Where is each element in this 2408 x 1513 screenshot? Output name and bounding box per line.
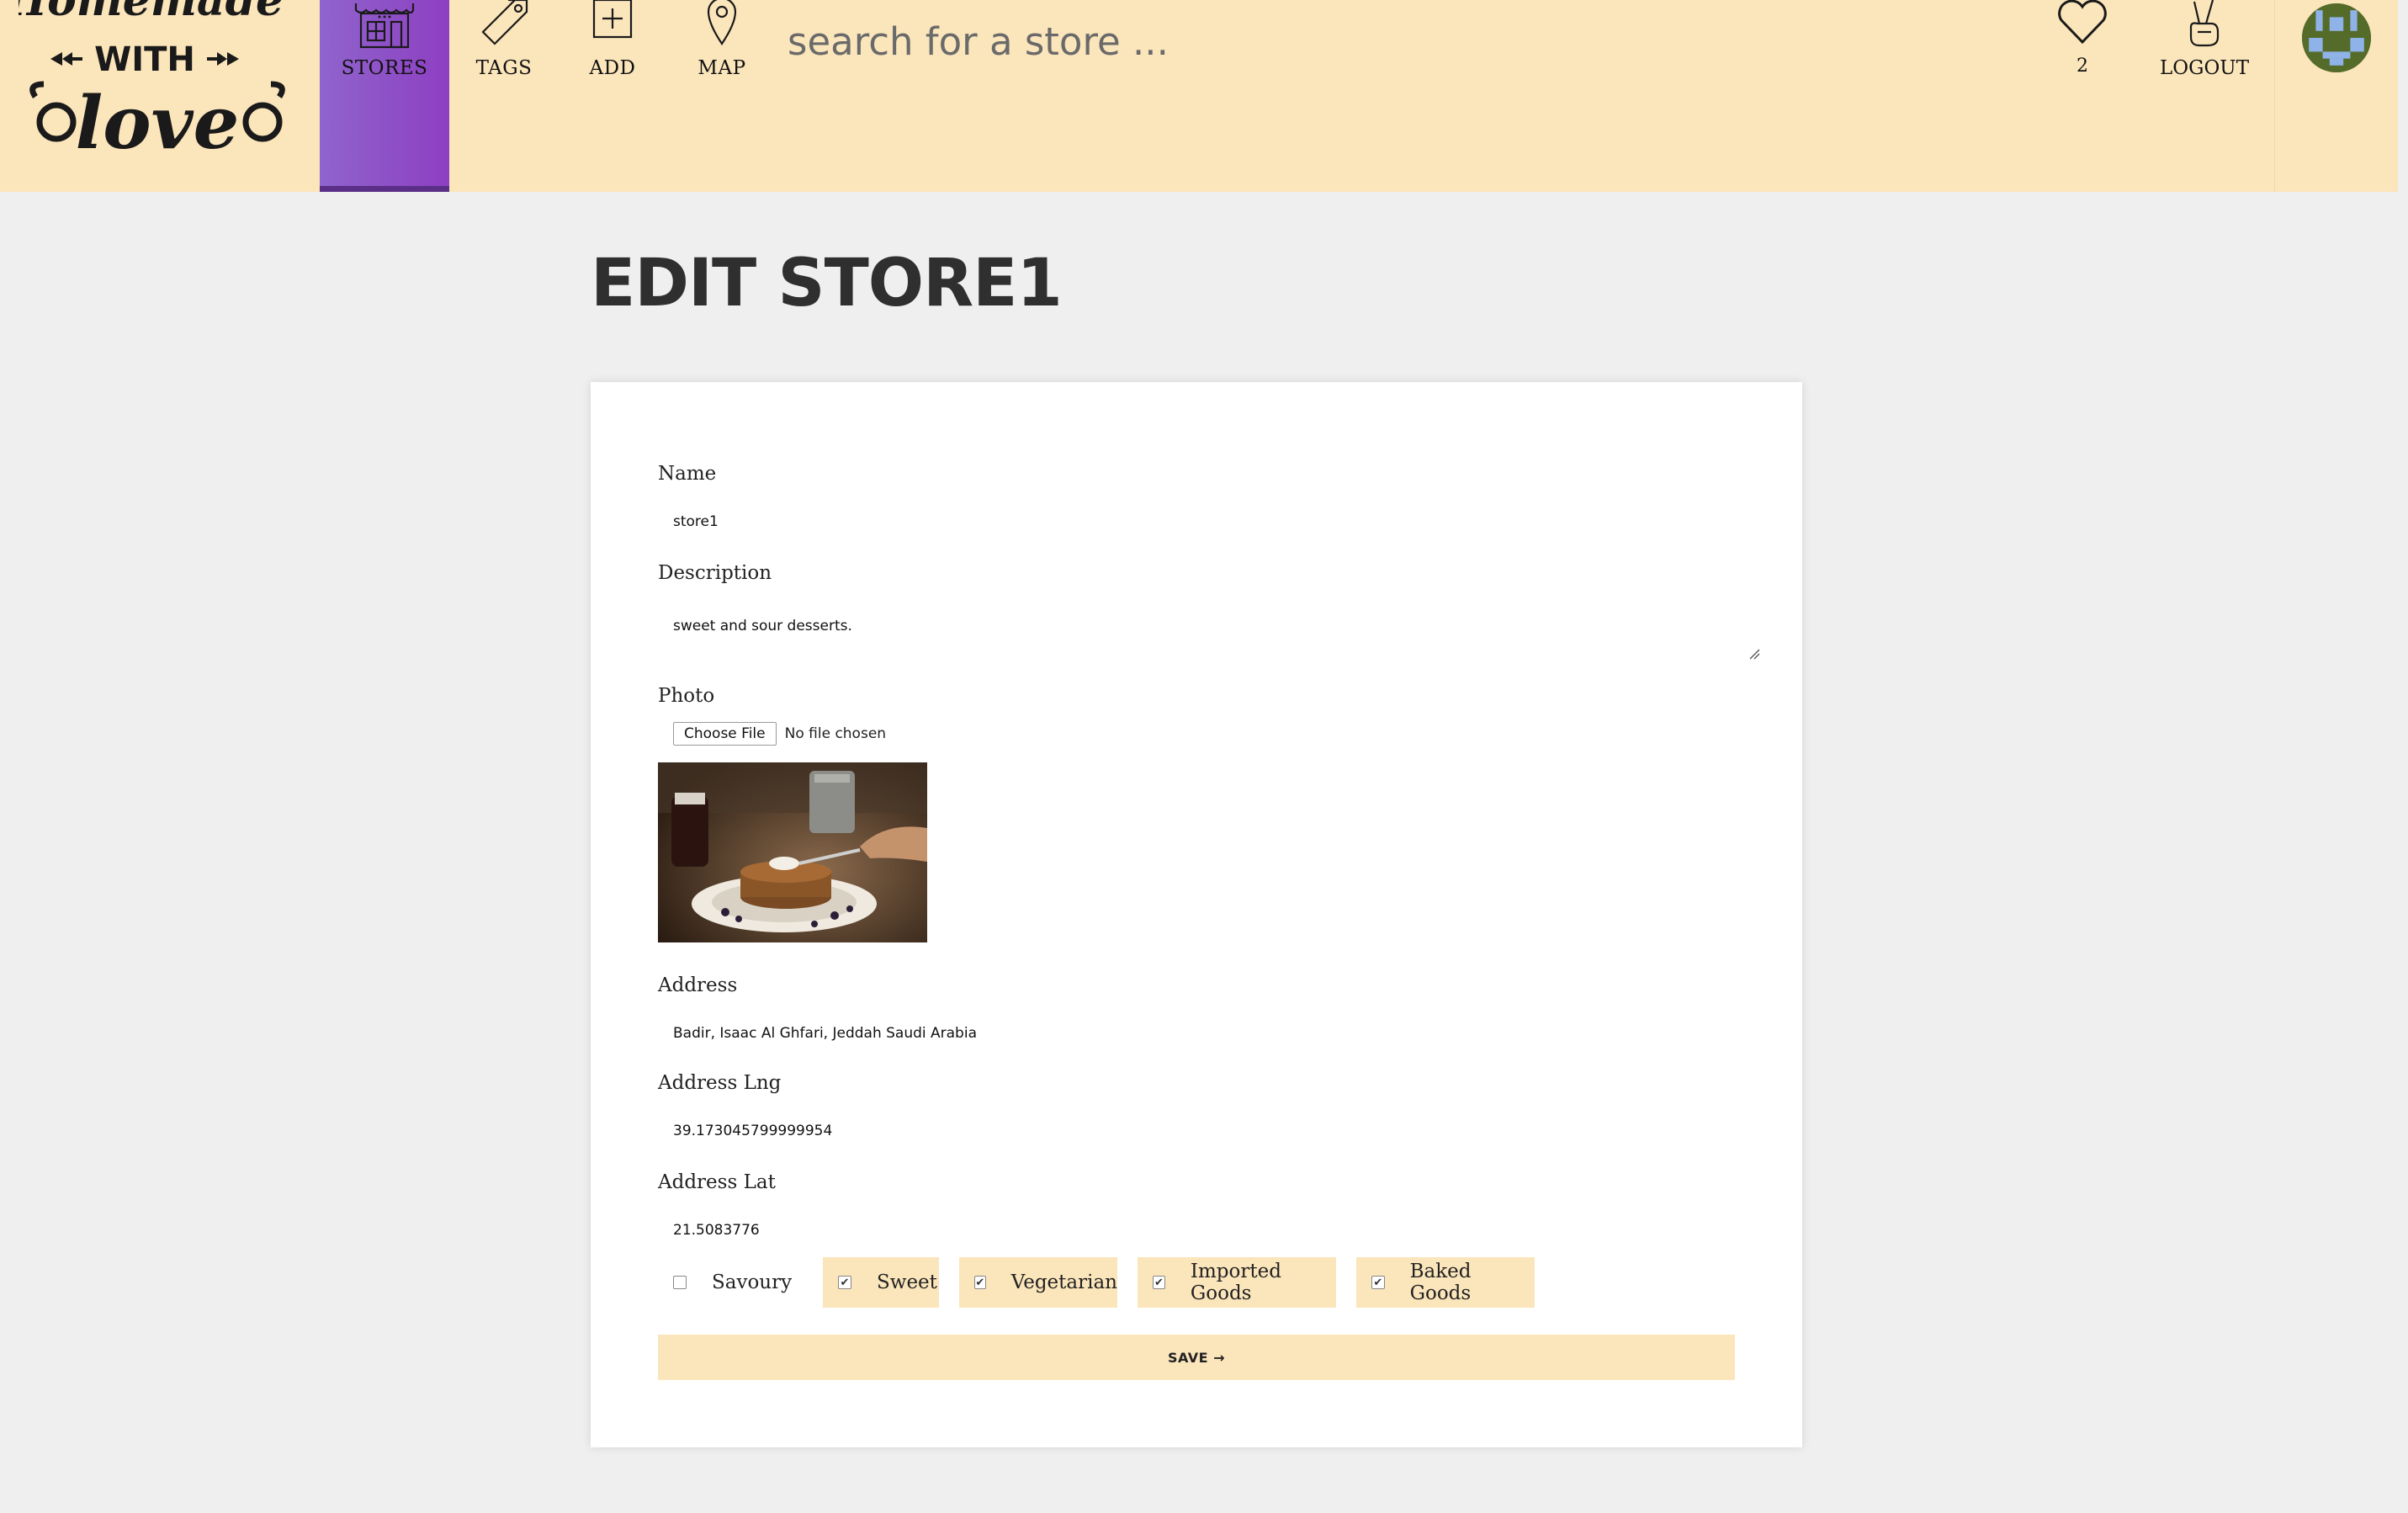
name-label: Name bbox=[658, 463, 717, 485]
peace-hand-icon bbox=[2189, 0, 2220, 47]
description-label: Description bbox=[658, 562, 772, 584]
logout-label: LOGOUT bbox=[2159, 57, 2250, 79]
address-lng-label: Address Lng bbox=[658, 1072, 782, 1094]
nav-tags-label: TAGS bbox=[475, 57, 533, 79]
photo-file-picker: Choose File No file chosen bbox=[673, 722, 886, 746]
store-search-input[interactable] bbox=[788, 12, 1965, 71]
address-label: Address bbox=[658, 974, 738, 996]
heart-icon bbox=[2058, 0, 2107, 45]
address-lng-input[interactable] bbox=[673, 1123, 1683, 1139]
page-title: Edit store1 bbox=[591, 246, 1063, 321]
map-pin-icon bbox=[707, 0, 737, 45]
address-lat-input[interactable] bbox=[673, 1222, 1683, 1239]
textarea-resize-handle-icon[interactable] bbox=[1748, 648, 1760, 660]
account-area bbox=[2274, 0, 2398, 192]
address-lat-label: Address Lat bbox=[658, 1171, 776, 1193]
nav-add-link[interactable]: ADD bbox=[562, 0, 663, 192]
tag-imported-goods-label: Imported Goods bbox=[1190, 1261, 1281, 1304]
logout-link[interactable]: LOGOUT bbox=[2154, 0, 2255, 84]
tag-savoury[interactable]: Savoury bbox=[658, 1257, 803, 1308]
tag-baked-goods[interactable]: ✔ Baked Goods bbox=[1356, 1257, 1535, 1308]
save-button[interactable]: SAVE → bbox=[658, 1335, 1735, 1380]
address-input[interactable] bbox=[673, 1025, 1683, 1042]
logo-text-homemade: Homemade bbox=[19, 0, 284, 26]
nav-stores-label: STORES bbox=[341, 57, 428, 79]
checkbox-vegetarian[interactable]: ✔ bbox=[974, 1276, 986, 1289]
add-square-icon bbox=[592, 0, 633, 39]
logo-text-love: love bbox=[76, 81, 240, 160]
nav-map-label: MAP bbox=[697, 57, 746, 79]
user-avatar[interactable] bbox=[2302, 3, 2371, 72]
top-navigation-bar: Homemade WITH love STORES TAGS ADD MAP s… bbox=[0, 0, 2398, 192]
edit-store-form: Name Description sweet and sour desserts… bbox=[591, 382, 1802, 1447]
checkbox-imported-goods[interactable]: ✔ bbox=[1153, 1276, 1165, 1289]
tag-vegetarian[interactable]: ✔ Vegetarian bbox=[959, 1257, 1117, 1308]
checkbox-savoury[interactable] bbox=[673, 1276, 687, 1289]
nav-stores-link[interactable]: STORES bbox=[320, 0, 449, 192]
hearts-link[interactable]: 2 bbox=[2045, 0, 2120, 84]
tag-icon bbox=[481, 0, 528, 45]
checkbox-sweet[interactable]: ✔ bbox=[838, 1276, 851, 1289]
description-textarea[interactable]: sweet and sour desserts. bbox=[658, 606, 1767, 655]
tag-vegetarian-label: Vegetarian bbox=[1010, 1271, 1117, 1293]
choose-file-button[interactable]: Choose File bbox=[673, 722, 777, 746]
file-status-text: No file chosen bbox=[784, 725, 887, 742]
name-input[interactable] bbox=[673, 513, 1683, 530]
checkbox-baked-goods[interactable]: ✔ bbox=[1371, 1276, 1385, 1289]
nav-add-label: ADD bbox=[589, 57, 636, 79]
nav-tags-link[interactable]: TAGS bbox=[454, 0, 554, 192]
store-photo bbox=[658, 762, 927, 942]
nav-map-link[interactable]: MAP bbox=[673, 0, 771, 192]
tag-imported-goods[interactable]: ✔ Imported Goods bbox=[1138, 1257, 1336, 1308]
tag-baked-goods-label: Baked Goods bbox=[1409, 1261, 1472, 1304]
hearts-count: 2 bbox=[2077, 56, 2088, 77]
logo-text-with: WITH bbox=[94, 40, 195, 79]
homemade-with-love-logo[interactable]: Homemade WITH love bbox=[19, 0, 296, 160]
tag-sweet-label: Sweet bbox=[877, 1271, 937, 1293]
store-icon bbox=[354, 3, 415, 49]
photo-label: Photo bbox=[658, 685, 715, 707]
pixel-avatar-icon bbox=[2302, 3, 2371, 72]
tag-sweet[interactable]: ✔ Sweet bbox=[823, 1257, 939, 1308]
tag-savoury-label: Savoury bbox=[712, 1271, 793, 1293]
